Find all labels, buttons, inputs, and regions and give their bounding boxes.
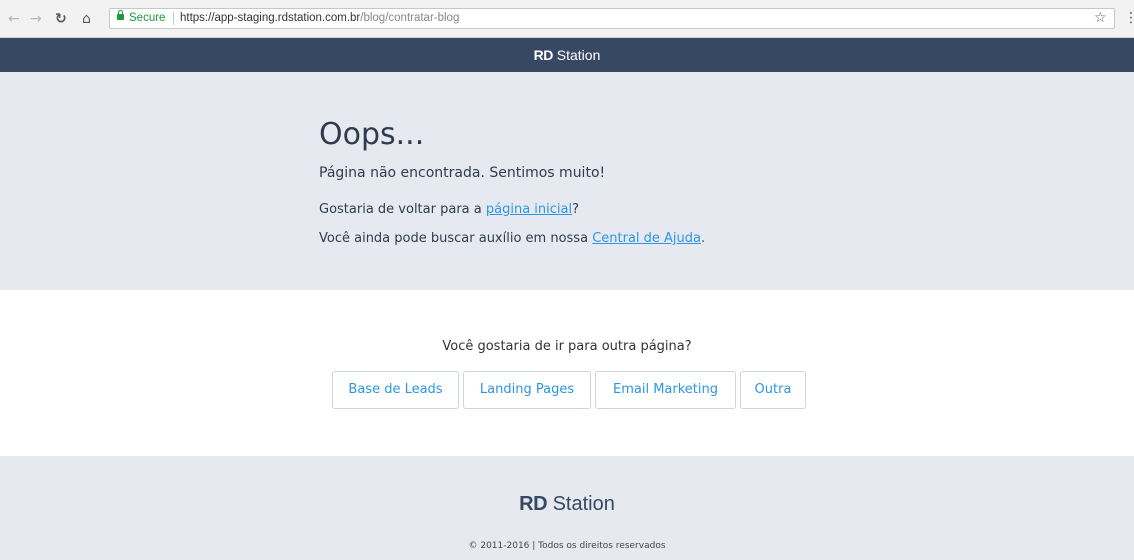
error-title: Oops... (319, 117, 425, 152)
secure-label: Secure (129, 12, 166, 24)
email-marketing-button[interactable]: Email Marketing (595, 371, 736, 409)
home-icon[interactable]: ⌂ (82, 11, 91, 27)
base-de-leads-button[interactable]: Base de Leads (332, 371, 459, 409)
outra-button[interactable]: Outra (740, 371, 806, 409)
header-brand-strong: RD (533, 47, 554, 63)
lock-icon (117, 10, 124, 20)
copyright-text: © 2011-2016 | Todos os direitos reservad… (468, 541, 666, 551)
alternatives-question: Você gostaria de ir para outra página? (442, 339, 692, 354)
home-suggestion-suffix: ? (572, 202, 580, 217)
footer-brand-light: Station (552, 493, 615, 515)
reload-icon[interactable]: ↻ (55, 11, 67, 27)
home-suggestion: Gostaria de voltar para a página inicial… (319, 202, 579, 217)
app-header: RD Station (0, 38, 1134, 72)
footer-brand-strong: RD (519, 493, 548, 515)
url-path: /blog/contratar-blog (360, 12, 460, 24)
footer: RD Station © 2011-2016 | Todos os direit… (0, 456, 1134, 560)
help-suggestion-prefix: Você ainda pode buscar auxílio em nossa (319, 231, 593, 246)
footer-brand: RD Station (0, 493, 1134, 516)
bookmark-star-icon[interactable]: ☆ (1094, 10, 1107, 26)
url-host: https://app-staging.rdstation.com.br (180, 12, 361, 24)
menu-kebab-icon[interactable]: ⋮ (1124, 10, 1134, 26)
landing-pages-button[interactable]: Landing Pages (463, 371, 591, 409)
home-suggestion-prefix: Gostaria de voltar para a (319, 202, 486, 217)
header-brand-light: Station (556, 47, 601, 63)
help-suggestion-suffix: . (701, 231, 706, 246)
url-text: https://app-staging.rdstation.com.br/blo… (180, 9, 459, 28)
help-suggestion: Você ainda pode buscar auxílio em nossa … (319, 231, 705, 246)
error-subtitle: Página não encontrada. Sentimos muito! (319, 165, 606, 181)
help-center-link[interactable]: Central de Ajuda (592, 231, 701, 246)
home-page-link[interactable]: página inicial (486, 202, 572, 217)
error-section: Oops... Página não encontrada. Sentimos … (0, 72, 1134, 290)
forward-arrow-icon[interactable]: → (30, 11, 42, 27)
address-bar[interactable]: Secure https://app-staging.rdstation.com… (109, 8, 1115, 29)
address-separator (173, 12, 174, 25)
back-arrow-icon[interactable]: ← (8, 11, 20, 27)
browser-toolbar: ← → ↻ ⌂ Secure https://app-staging.rdsta… (0, 0, 1134, 38)
